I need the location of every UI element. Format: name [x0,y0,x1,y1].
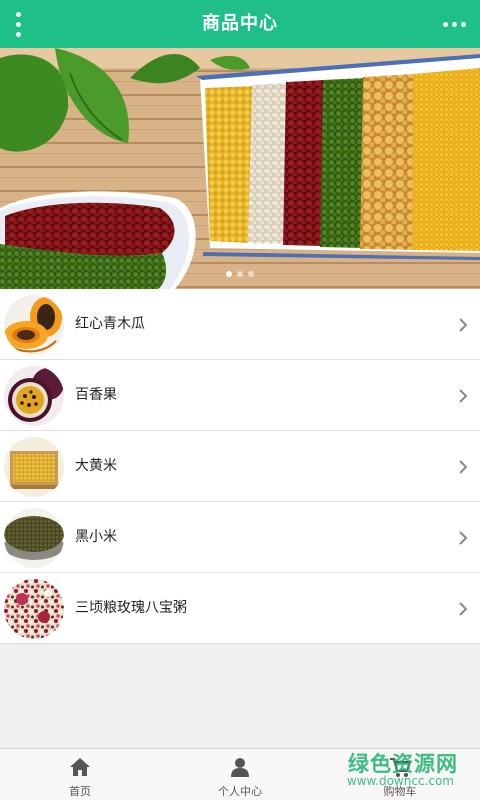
shopping-cart-icon [390,758,411,777]
product-name: 三顷粮玫瑰八宝粥 [75,600,187,616]
chevron-right-icon [459,460,468,474]
yellow-millet-thumbnail [4,437,64,497]
bottom-tab-bar: 首页 个人中心 购物车 [0,748,480,800]
carousel-indicators [0,271,480,277]
chevron-right-icon [459,531,468,545]
tab-profile[interactable]: 个人中心 [160,749,320,800]
product-item-yellow-millet[interactable]: 大黄米 [0,431,480,502]
product-item-eight-treasure-congee[interactable]: 三顷粮玫瑰八宝粥 [0,573,480,644]
chevron-right-icon [459,389,468,403]
header-bar: 商品中心 [0,0,480,48]
carousel-dot[interactable] [248,271,254,277]
product-list: 红心青木瓜 百香果 大黄米 黑小米 三顷粮玫瑰八宝粥 [0,289,480,644]
banner-carousel[interactable] [0,48,480,289]
passion-fruit-thumbnail [4,366,64,426]
tab-home[interactable]: 首页 [0,749,160,800]
tab-home-label: 首页 [69,785,91,798]
product-name: 百香果 [75,387,117,403]
page-title: 商品中心 [202,13,278,34]
product-item-black-millet[interactable]: 黑小米 [0,502,480,573]
carousel-dot[interactable] [237,271,243,277]
tab-profile-label: 个人中心 [218,785,262,798]
black-millet-thumbnail [4,508,64,568]
more-dot-icon [460,21,466,27]
tab-cart[interactable]: 购物车 [320,749,480,800]
more-dot-icon [442,21,448,27]
tab-cart-label: 购物车 [383,785,417,798]
carousel-dot[interactable] [226,271,232,277]
product-name: 黑小米 [75,529,117,545]
product-name: 大黄米 [75,458,117,474]
home-icon [70,758,90,776]
more-options-button[interactable] [440,12,468,36]
chevron-right-icon [459,318,468,332]
product-item-passion-fruit[interactable]: 百香果 [0,360,480,431]
chevron-right-icon [459,602,468,616]
papaya-thumbnail [4,295,64,355]
product-name: 红心青木瓜 [75,316,145,332]
more-dot-icon [451,21,457,27]
product-item-papaya[interactable]: 红心青木瓜 [0,289,480,360]
user-icon [231,758,249,777]
banner-grains-image [0,48,480,289]
congee-mix-thumbnail [4,579,64,639]
